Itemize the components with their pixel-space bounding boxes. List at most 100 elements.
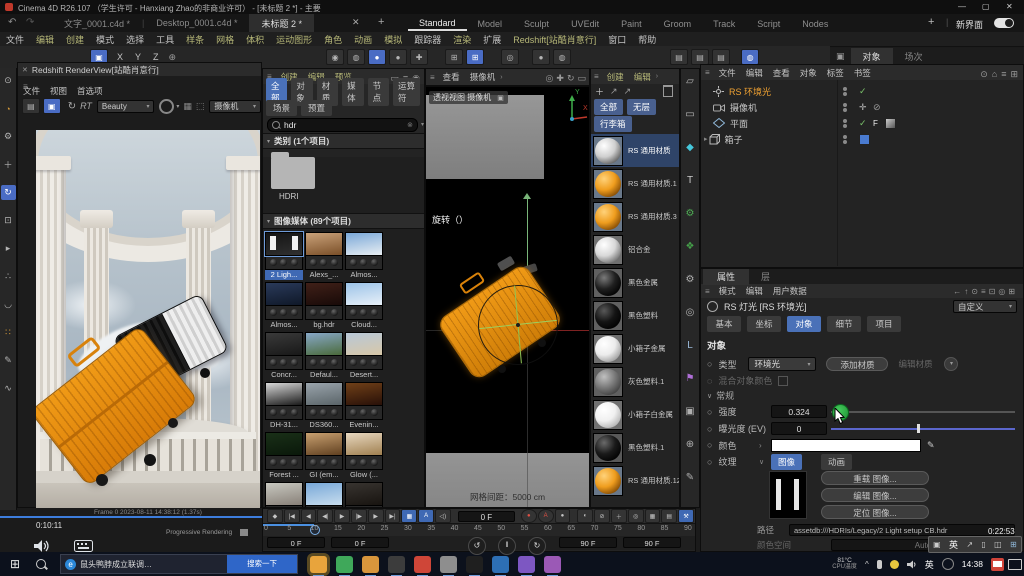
live-selection-icon[interactable]: ◔ (1, 101, 16, 116)
pass-dropdown[interactable]: Beauty▾ (97, 100, 155, 113)
current-frame-field[interactable]: 0 F (458, 511, 515, 522)
hdri-folder-icon[interactable] (271, 157, 315, 189)
tab-takes[interactable]: 场次 (893, 48, 935, 65)
media-thumb[interactable]: Forest ... (265, 432, 303, 480)
expander-icon[interactable]: ▸ (704, 135, 708, 143)
search-options-icon[interactable]: ▾ (421, 121, 424, 128)
taskbar-search-icon[interactable] (36, 559, 46, 569)
back-icon[interactable]: ← (953, 287, 964, 296)
tray-app-yellow-icon[interactable] (890, 560, 899, 569)
add-material-icon[interactable]: ＋ (595, 85, 604, 98)
media-thumb[interactable]: Cloud... (345, 282, 383, 330)
timeline-extra-4[interactable]: ▦ (645, 509, 661, 523)
cube-icon[interactable]: ◆ (682, 139, 698, 155)
grid-a-icon[interactable]: ⊞ (445, 49, 463, 65)
ev-slider[interactable] (831, 428, 1015, 430)
taskbar-app-2[interactable] (362, 556, 379, 573)
key-a-icon[interactable]: ● (532, 49, 550, 65)
forward-overlay-button[interactable]: ↻ (528, 537, 546, 555)
tray-time[interactable]: 14:38 (962, 559, 983, 569)
vpmenu-item-1[interactable]: 摄像机 (465, 71, 501, 83)
axis-z-lock[interactable]: Z (147, 52, 165, 62)
media-thumb[interactable]: Groun... (265, 482, 303, 508)
attrmenu-item-0[interactable]: 模式 (714, 285, 741, 297)
ime-lang[interactable]: 英 (949, 538, 958, 551)
tray-volume-icon[interactable] (907, 560, 917, 569)
range-field-0[interactable]: 0 F (267, 537, 325, 548)
axis-x-lock[interactable]: X (111, 52, 129, 62)
media-thumb[interactable]: 2 Ligh... (265, 232, 303, 280)
color-swatch[interactable] (771, 439, 921, 452)
quantize-icon[interactable]: ◍ (347, 49, 365, 65)
media-thumb[interactable]: Almos... (345, 232, 383, 280)
record-button-2[interactable]: ● (555, 509, 571, 523)
material-item[interactable]: 黑色金属 (591, 266, 679, 299)
camera-toggle-icon[interactable]: ▣ (497, 94, 504, 102)
magnify-tool-icon[interactable]: ⊙ (1, 73, 16, 88)
objmenu-item-0[interactable]: 文件 (714, 67, 741, 79)
crop-icon[interactable]: ⬚ (196, 101, 205, 112)
material-item[interactable]: RS 通用材质.12 (591, 464, 679, 497)
rewind-overlay-button[interactable]: ↺ (468, 537, 486, 555)
render-dot-icon[interactable]: ◎ (546, 73, 554, 83)
document-tab-2[interactable]: 未标题 2 * (249, 14, 314, 32)
start-button[interactable]: ⊞ (10, 557, 20, 571)
render-region-icon[interactable]: ▤ (691, 49, 709, 65)
panel-menu-icon[interactable]: ≡ (430, 73, 435, 82)
layout-tab-groom[interactable]: Groom (653, 16, 703, 30)
material-item[interactable]: RS 通用材质.3 (591, 200, 679, 233)
speaker-icon[interactable] (34, 539, 50, 553)
tray-lang-indicator[interactable]: 英 (925, 558, 934, 571)
browser-tab-3[interactable]: 媒体 (342, 78, 363, 106)
menu-item-1[interactable]: 编辑 (30, 33, 60, 46)
layout-tab-standard[interactable]: Standard (408, 15, 467, 31)
taskbar-app-9[interactable] (544, 556, 561, 573)
rvmenu-item-1[interactable]: 视图 (45, 85, 72, 97)
search-icon[interactable]: ⊙ (980, 69, 988, 79)
target-icon[interactable]: ◎ (998, 287, 1008, 296)
material-filter-1[interactable]: 无层 (627, 99, 656, 115)
close-button[interactable]: ✕ (1006, 2, 1013, 11)
tray-notification-icon[interactable] (991, 558, 1004, 571)
objmenu-item-3[interactable]: 对象 (795, 67, 822, 79)
aov-icon[interactable] (159, 99, 174, 114)
taskbar-app-4[interactable] (414, 556, 431, 573)
panel-menu-icon[interactable]: ≡ (705, 287, 710, 296)
menu-item-16[interactable]: Redshift[站酷肖意行] (507, 33, 602, 46)
attr-tab-2[interactable]: 对象 (787, 316, 821, 332)
collapse-icon[interactable]: ▾ (267, 218, 270, 225)
add-layout-icon[interactable]: + (928, 16, 934, 28)
menu-item-10[interactable]: 角色 (318, 33, 348, 46)
media-thumb[interactable]: Defaul... (305, 332, 343, 380)
transport-button-4[interactable]: ▶ (334, 509, 350, 523)
media-thumb[interactable]: bg.hdr (305, 282, 343, 330)
add-icon[interactable]: ⊕ (682, 436, 698, 452)
snap-icon[interactable]: ◉ (326, 49, 344, 65)
ime-icon[interactable]: ▣ (933, 540, 941, 549)
taskbar-app-3[interactable] (388, 556, 405, 573)
transport-button-5[interactable]: |▶ (351, 509, 367, 523)
menu-more-icon[interactable]: › (500, 74, 502, 81)
menu-item-12[interactable]: 模拟 (378, 33, 408, 46)
media-thumb[interactable]: Desert... (345, 332, 383, 380)
rotate-gizmo-ring[interactable] (478, 285, 558, 365)
clear-search-icon[interactable]: ⊗ (407, 121, 413, 129)
taskbar-app-6[interactable] (466, 556, 483, 573)
search-input[interactable]: hdr ⊗ (267, 118, 418, 132)
texture-image-button[interactable]: 图像 (771, 454, 802, 470)
menu-item-14[interactable]: 渲染 (447, 33, 477, 46)
axis-move-icon[interactable]: ▸ (1, 241, 16, 256)
camera-dropdown[interactable]: 摄像机▾ (209, 100, 261, 113)
ime-fullhalf-icon[interactable]: ↗ (966, 540, 973, 549)
media-thumb[interactable]: DS360... (305, 382, 343, 430)
delete-material-icon[interactable] (663, 85, 673, 97)
timeline-extra-5[interactable]: ▤ (661, 509, 677, 523)
target-icon[interactable]: ◎ (682, 304, 698, 320)
axis-y-lock[interactable]: Y (129, 52, 147, 62)
material-item[interactable]: 小箱子金属 (591, 332, 679, 365)
objmenu-item-1[interactable]: 编辑 (741, 67, 768, 79)
panel-close-icon[interactable]: ✕ (22, 66, 28, 74)
media-thumb[interactable]: Evenin... (345, 382, 383, 430)
edit-image-button[interactable]: 编辑 图像... (821, 488, 929, 502)
menu-item-18[interactable]: 帮助 (632, 33, 662, 46)
